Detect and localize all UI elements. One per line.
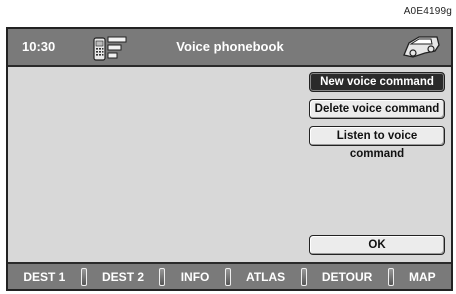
tab-detour[interactable]: DETOUR: [307, 270, 388, 284]
listen-to-voice-command-button[interactable]: Listen to voice command: [309, 126, 445, 160]
tab-info[interactable]: INFO: [165, 270, 224, 284]
new-voice-command-button[interactable]: New voice command: [309, 72, 445, 92]
tab-atlas[interactable]: ATLAS: [231, 270, 301, 284]
car-icon: [403, 36, 440, 58]
manual-figure: A0E4199g 10:30 Voice phonebook New voice…: [0, 0, 456, 294]
content-area: New voice command Delete voice command L…: [8, 67, 451, 262]
clock: 10:30: [22, 39, 56, 54]
delete-voice-command-button[interactable]: Delete voice command: [309, 99, 445, 119]
tab-dest-1[interactable]: DEST 1: [8, 270, 81, 284]
figure-reference-code: A0E4199g: [403, 6, 452, 17]
tab-dest-2[interactable]: DEST 2: [87, 270, 160, 284]
page-title: Voice phonebook: [176, 39, 284, 54]
footer-bar: DEST 1 DEST 2 INFO ATLAS DETOUR MAP: [8, 262, 451, 289]
header-bar: 10:30 Voice phonebook: [8, 29, 451, 67]
tab-map[interactable]: MAP: [394, 270, 451, 284]
navigation-screen: 10:30 Voice phonebook New voice command …: [6, 27, 453, 291]
ok-button[interactable]: OK: [309, 235, 445, 255]
phone-menu-icon: [93, 36, 127, 61]
